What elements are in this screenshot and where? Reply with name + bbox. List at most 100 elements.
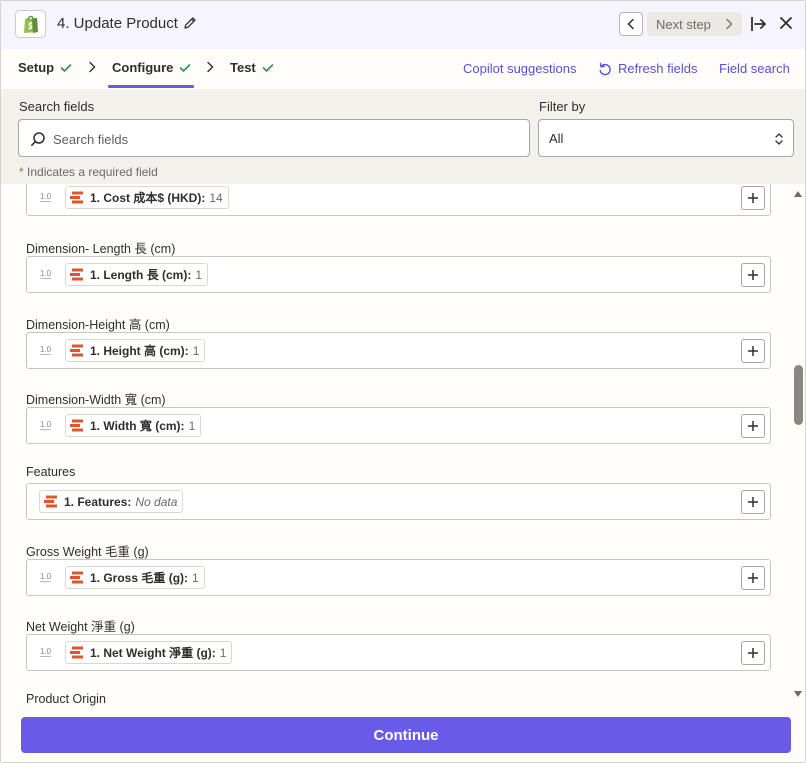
field-input-height[interactable]: 1.0 1. Height 高 (cm): 1 [26,332,771,369]
mapped-value-pill: 1. Height 高 (cm): 1 [65,339,206,362]
edit-title-pencil-icon[interactable] [183,16,197,30]
required-star: * [19,165,24,179]
filter-by-label: Filter by [539,99,586,114]
chevron-up-down-icon [775,133,783,145]
scroll-down-arrow-icon[interactable] [793,690,803,698]
required-note-text: Indicates a required field [27,165,158,179]
pill-value: 1 [188,418,196,433]
plus-icon [748,573,758,583]
field-label-width: Dimension-Width 寬 (cm) [26,393,166,407]
search-fields-label: Search fields [19,99,95,114]
expand-panel-icon[interactable] [750,15,768,33]
search-fields-input[interactable] [53,129,513,149]
pill-name: 1. Cost 成本$ (HKD): [90,191,206,205]
field-label-net-weight: Net Weight 淨重 (g) [26,620,135,634]
version-badge: 1.0 [40,647,52,657]
field-input-features[interactable]: 1. Features: No data [26,483,771,520]
tab-setup-label: Setup [18,60,55,75]
refresh-icon [599,62,611,75]
refresh-fields-button[interactable]: Refresh fields [598,61,697,76]
field-input-length[interactable]: 1.0 1. Length 長 (cm): 1 [26,256,771,293]
add-value-button[interactable] [741,263,765,287]
next-step-label: Next step [656,16,711,32]
step-tabs: Setup Configure Test Copilot suggestions… [1,49,805,89]
step-data-icon [44,495,57,508]
chevron-left-icon [627,18,634,30]
mapped-value-pill: 1. Net Weight 淨重 (g): 1 [65,641,233,664]
filter-by-select[interactable]: All [538,119,794,157]
field-filter-area: Search fields Filter by All * Indicates … [1,89,805,184]
chevron-right-icon [207,61,214,73]
field-label-gross-weight: Gross Weight 毛重 (g) [26,545,149,559]
version-badge: 1.0 [40,572,52,582]
tab-test-label: Test [230,60,256,75]
required-field-note: * Indicates a required field [19,165,158,179]
pill-value: No data [135,494,178,509]
step-data-icon [70,191,83,204]
continue-button[interactable]: Continue [21,717,791,753]
search-fields-box [18,119,530,157]
step-data-icon [70,344,83,357]
step-data-icon [70,571,83,584]
mapped-value-pill: 1. Length 長 (cm): 1 [65,263,209,286]
close-icon[interactable] [779,16,793,30]
refresh-fields-label: Refresh fields [618,61,698,76]
check-icon [180,63,191,72]
field-label-length: Dimension- Length 長 (cm) [26,242,176,256]
pill-value: 14 [209,190,223,205]
chevron-right-icon [89,61,96,73]
next-step-button[interactable]: Next step [647,12,742,36]
step-data-icon [70,419,83,432]
field-input-gross-weight[interactable]: 1.0 1. Gross 毛重 (g): 1 [26,559,771,596]
fields-list: 1.0 1. Cost 成本$ (HKD): 14 Dimension- Len… [1,184,805,708]
step-editor-panel: 4. Update Product Next step Setup Config… [0,0,806,763]
plus-icon [748,346,758,356]
plus-icon [748,421,758,431]
step-data-icon [70,268,83,281]
pill-value: 1 [192,570,199,585]
version-badge: 1.0 [40,269,52,279]
field-label-product-origin: Product Origin [26,692,106,706]
shopify-bag-icon [15,10,46,38]
step-title: 4. Update Product [57,15,178,32]
step-data-icon [70,646,83,659]
version-badge: 1.0 [40,192,52,202]
copilot-suggestions-link[interactable]: Copilot suggestions [463,61,576,76]
plus-icon [748,193,758,203]
field-search-link[interactable]: Field search [719,61,790,76]
field-label-height: Dimension-Height 高 (cm) [26,318,170,332]
tab-setup[interactable]: Setup [18,60,72,75]
pill-name: 1. Features: [64,494,132,509]
add-value-button[interactable] [741,490,765,514]
tab-test[interactable]: Test [230,60,274,75]
pill-name: 1. Height 高 (cm): [90,344,189,358]
add-value-button[interactable] [741,339,765,363]
plus-icon [748,648,758,658]
scroll-up-arrow-icon[interactable] [793,190,803,198]
field-label-features: Features [26,465,76,479]
plus-icon [748,270,758,280]
previous-step-button[interactable] [619,12,643,36]
active-tab-indicator [108,85,194,88]
mapped-value-pill: 1. Width 寬 (cm): 1 [65,414,202,437]
pill-name: 1. Width 寬 (cm): [90,419,185,433]
pill-value: 1 [219,645,227,660]
filter-by-value: All [549,131,564,146]
add-value-button[interactable] [741,186,765,210]
version-badge: 1.0 [40,420,52,430]
add-value-button[interactable] [741,414,765,438]
tab-configure-label: Configure [112,60,174,75]
pill-name: 1. Length 長 (cm): [90,268,192,282]
add-value-button[interactable] [741,641,765,665]
pill-name: 1. Gross 毛重 (g): [90,571,189,585]
check-icon [262,63,274,72]
mapped-value-pill: 1. Gross 毛重 (g): 1 [65,566,205,589]
tab-configure[interactable]: Configure [112,60,191,75]
field-input-width[interactable]: 1.0 1. Width 寬 (cm): 1 [26,407,771,444]
field-input-net-weight[interactable]: 1.0 1. Net Weight 淨重 (g): 1 [26,634,771,671]
scrollbar-thumb[interactable] [794,365,803,425]
add-value-button[interactable] [741,566,765,590]
panel-footer: Continue [1,708,805,762]
field-input-cost[interactable]: 1.0 1. Cost 成本$ (HKD): 14 [26,184,771,216]
pill-value: 1 [195,267,203,282]
